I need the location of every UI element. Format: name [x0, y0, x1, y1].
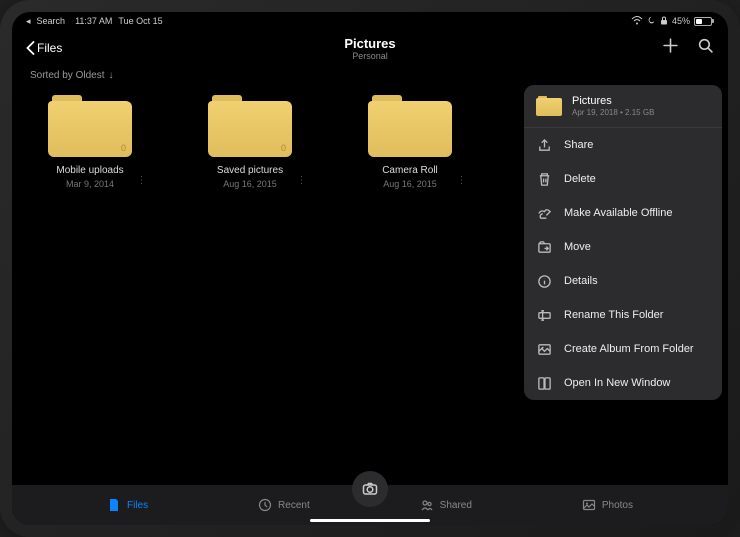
status-back-label: Search: [37, 16, 66, 26]
move-icon: [536, 239, 552, 255]
info-icon: [536, 273, 552, 289]
menu-item-share[interactable]: Share: [524, 128, 722, 162]
battery-icon: [694, 17, 714, 26]
menu-item-window[interactable]: Open In New Window: [524, 366, 722, 400]
menu-item-label: Share: [564, 139, 593, 151]
menu-item-label: Create Album From Folder: [564, 343, 694, 355]
folder-name: Camera Roll: [382, 165, 438, 177]
home-indicator[interactable]: [310, 519, 430, 522]
page-title: Pictures: [344, 36, 395, 51]
menu-item-offline[interactable]: Make Available Offline: [524, 196, 722, 230]
status-time: 11:37 AM: [75, 16, 112, 26]
lock-icon: [660, 16, 668, 27]
tab-files[interactable]: Files: [107, 498, 148, 512]
menu-item-label: Details: [564, 275, 598, 287]
menu-item-info[interactable]: Details: [524, 264, 722, 298]
folder-icon: 0: [48, 95, 132, 157]
chevron-left-icon: ◂: [26, 16, 31, 27]
page-subtitle: Personal: [344, 51, 395, 61]
dnd-icon: [647, 16, 656, 27]
status-bar: ◂ Search 11:37 AM Tue Oct 15 45%: [12, 12, 728, 30]
album-icon: [536, 341, 552, 357]
menu-item-rename[interactable]: Rename This Folder: [524, 298, 722, 332]
menu-item-label: Move: [564, 241, 591, 253]
content-area: 0 Mobile uploads Mar 9, 2014 ⋮ 0 Saved p…: [12, 85, 728, 485]
offline-icon: [536, 205, 552, 221]
sort-label: Sorted by Oldest: [30, 70, 104, 81]
folder-count: 0: [281, 143, 286, 153]
menu-item-label: Rename This Folder: [564, 309, 663, 321]
more-icon[interactable]: ⋮: [137, 175, 148, 186]
battery-percent: 45%: [672, 16, 690, 26]
folder-date: Mar 9, 2014: [66, 179, 114, 189]
menu-item-label: Delete: [564, 173, 596, 185]
back-label: Files: [37, 41, 62, 55]
tab-label: Photos: [602, 500, 633, 511]
camera-button[interactable]: [352, 471, 388, 507]
tab-photos[interactable]: Photos: [582, 498, 633, 512]
share-icon: [536, 137, 552, 153]
folder-name: Saved pictures: [217, 165, 283, 177]
window-icon: [536, 375, 552, 391]
more-icon[interactable]: ⋮: [297, 175, 308, 186]
add-button[interactable]: [662, 37, 679, 59]
folder-icon: 0: [208, 95, 292, 157]
folder-date: Aug 16, 2015: [383, 179, 437, 189]
menu-header: Pictures Apr 19, 2018 • 2.15 GB: [524, 85, 722, 128]
folder-count: 0: [121, 143, 126, 153]
nav-bar: Files Pictures Personal: [12, 30, 728, 66]
folder-item[interactable]: 0 Mobile uploads Mar 9, 2014 ⋮: [40, 95, 140, 200]
folder-item[interactable]: Camera Roll Aug 16, 2015 ⋮: [360, 95, 460, 200]
tab-label: Files: [127, 500, 148, 511]
tab-recent[interactable]: Recent: [258, 498, 310, 512]
more-icon[interactable]: ⋮: [457, 175, 468, 186]
folder-name: Mobile uploads: [56, 165, 123, 177]
folder-icon: [536, 96, 562, 116]
trash-icon: [536, 171, 552, 187]
rename-icon: [536, 307, 552, 323]
sort-arrow-icon: ↓: [108, 70, 113, 81]
folder-date: Aug 16, 2015: [223, 179, 277, 189]
menu-item-label: Open In New Window: [564, 377, 670, 389]
menu-title: Pictures: [572, 95, 654, 107]
back-button[interactable]: Files: [26, 41, 62, 55]
context-menu: Pictures Apr 19, 2018 • 2.15 GB Share Del…: [524, 85, 722, 400]
folder-item[interactable]: 0 Saved pictures Aug 16, 2015 ⋮: [200, 95, 300, 200]
search-button[interactable]: [697, 37, 714, 59]
tab-shared[interactable]: Shared: [420, 498, 472, 512]
wifi-icon: [631, 16, 643, 27]
menu-item-trash[interactable]: Delete: [524, 162, 722, 196]
tab-label: Shared: [440, 500, 472, 511]
menu-subtitle: Apr 19, 2018 • 2.15 GB: [572, 108, 654, 117]
status-date: Tue Oct 15: [118, 16, 162, 26]
tab-label: Recent: [278, 500, 310, 511]
bottom-tab-bar: Files Recent Shared Photos: [12, 485, 728, 525]
sort-bar[interactable]: Sorted by Oldest ↓: [12, 66, 728, 85]
menu-item-album[interactable]: Create Album From Folder: [524, 332, 722, 366]
menu-item-move[interactable]: Move: [524, 230, 722, 264]
menu-item-label: Make Available Offline: [564, 207, 672, 219]
folder-icon: [368, 95, 452, 157]
